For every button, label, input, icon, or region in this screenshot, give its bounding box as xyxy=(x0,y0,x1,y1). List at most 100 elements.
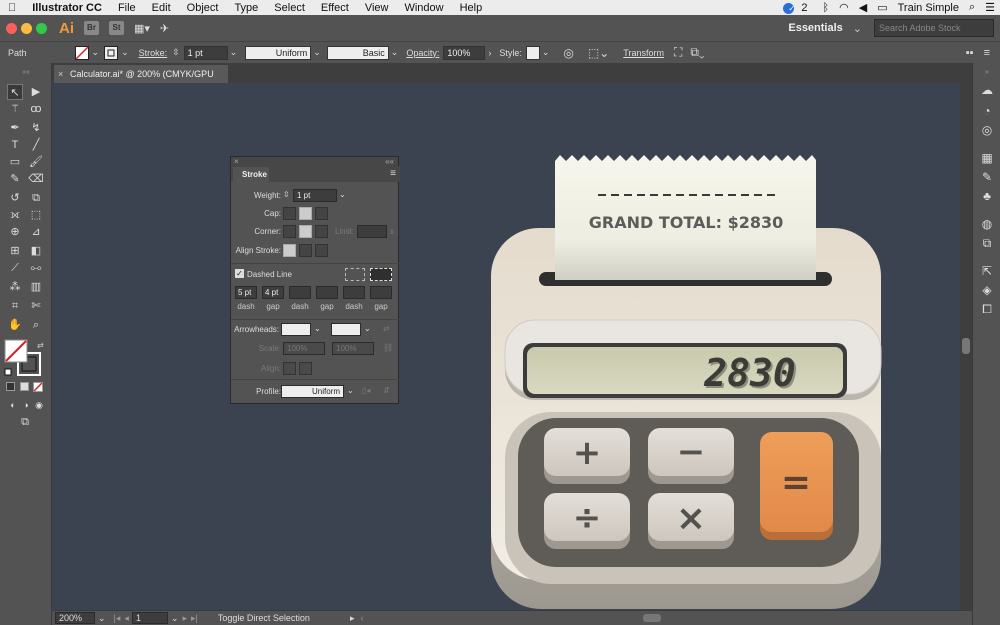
menu-edit[interactable]: Edit xyxy=(144,2,179,14)
previous-artboard-icon[interactable]: ◂ xyxy=(124,613,129,624)
align-inside-button[interactable] xyxy=(299,244,312,257)
graphic-styles-icon[interactable]: ◍ xyxy=(979,216,995,232)
zoom-window-button[interactable] xyxy=(36,22,47,34)
link-scale-icon[interactable]: ⛓ xyxy=(383,343,393,352)
gap-field-3[interactable] xyxy=(370,286,392,299)
isolate-object-icon[interactable]: ⛶ xyxy=(674,45,682,60)
start-arrowhead-select[interactable] xyxy=(281,323,311,336)
miter-join-button[interactable] xyxy=(283,225,296,238)
wifi-icon[interactable]: ◠ xyxy=(834,1,854,14)
pen-tool-icon[interactable]: ✒ xyxy=(7,120,23,136)
notification-center-icon[interactable]: ☰ xyxy=(980,1,1000,14)
style-chevron-icon[interactable]: ⌄ xyxy=(542,47,550,58)
workspace-chevron-icon[interactable]: ⌄ xyxy=(853,22,862,35)
recolor-artwork-icon[interactable]: ◎ xyxy=(563,46,573,60)
select-similar-icon[interactable]: ⧉⌄ xyxy=(690,45,704,60)
mesh-tool-icon[interactable]: ⊞ xyxy=(7,243,23,259)
round-join-button[interactable] xyxy=(299,225,312,238)
apple-icon[interactable]:  xyxy=(0,2,24,14)
none-mode-button[interactable] xyxy=(33,382,43,392)
preserve-dash-button[interactable] xyxy=(345,268,365,281)
stroke-stepper-icon[interactable]: ⇳ xyxy=(172,47,180,58)
arrange-documents-icon[interactable]: ▦▾ xyxy=(134,22,150,35)
bevel-join-button[interactable] xyxy=(315,225,328,238)
horizontal-scroll-thumb[interactable] xyxy=(643,614,662,622)
align-to-icon[interactable]: ⬚⌄ xyxy=(588,46,609,60)
fill-stroke-swatches[interactable]: ⇄ xyxy=(4,339,46,379)
app-menu[interactable]: Illustrator CC xyxy=(24,2,110,14)
align-center-button[interactable] xyxy=(283,244,296,257)
menu-type[interactable]: Type xyxy=(226,2,266,14)
rotate-tool-icon[interactable]: ↺ xyxy=(7,190,23,206)
artboard-canvas[interactable]: GRAND TOTAL: $2830 2830 2830 + − ÷ × = xyxy=(52,83,960,610)
scale-tool-icon[interactable]: ⧉ xyxy=(28,190,44,206)
direct-selection-tool-icon[interactable]: ▶ xyxy=(28,84,44,100)
start-arrowhead-chevron-icon[interactable]: ⌄ xyxy=(314,324,321,333)
bridge-button[interactable]: Br xyxy=(84,21,99,35)
slice-tool-icon[interactable]: ✄ xyxy=(28,298,44,314)
stroke-link[interactable]: Stroke: xyxy=(139,48,168,58)
end-arrowhead-select[interactable] xyxy=(331,323,361,336)
control-menu-icon[interactable]: ≡ xyxy=(984,47,990,59)
stroke-swatch[interactable] xyxy=(104,45,119,60)
menu-window[interactable]: Window xyxy=(396,2,451,14)
scroll-left-icon[interactable]: ‹ xyxy=(360,613,363,623)
butt-cap-button[interactable] xyxy=(283,207,296,220)
hand-tool-icon[interactable]: ✋ xyxy=(7,317,23,333)
minimize-window-button[interactable] xyxy=(21,22,32,34)
vertical-scrollbar[interactable] xyxy=(960,83,972,610)
width-tool-icon[interactable]: ⟗ xyxy=(7,207,23,223)
dash-field-3[interactable] xyxy=(343,286,365,299)
eraser-tool-icon[interactable]: ⌫ xyxy=(28,171,44,187)
sound-icon[interactable]: ◀ xyxy=(854,1,872,14)
brush-definition[interactable]: Basic xyxy=(326,45,389,60)
paintbrush-tool-icon[interactable]: 🖌 xyxy=(28,154,44,170)
artboard-tool-icon[interactable]: ⌗ xyxy=(7,298,23,314)
gap-field-1[interactable]: 4 pt xyxy=(262,286,284,299)
shaper-tool-icon[interactable]: ✎ xyxy=(7,171,23,187)
perspective-grid-tool-icon[interactable]: ⊿ xyxy=(28,224,44,240)
column-graph-tool-icon[interactable]: ▥ xyxy=(28,279,44,295)
adobe-stock-search[interactable]: Search Adobe Stock xyxy=(874,19,994,37)
flip-across-icon[interactable]: ⇵ xyxy=(383,386,390,395)
notification-status[interactable]: ✓ 2 xyxy=(778,2,817,14)
flip-along-icon[interactable]: ▯◂ xyxy=(362,386,370,395)
dash-field-1[interactable]: 5 pt xyxy=(235,286,257,299)
first-artboard-icon[interactable]: |◂ xyxy=(114,613,121,624)
battery-icon[interactable]: ▭ xyxy=(872,1,892,14)
profile-chevron-icon[interactable]: ⌄ xyxy=(313,47,321,58)
close-panel-icon[interactable]: × xyxy=(234,157,239,166)
arrange-panels-icon[interactable]: ▪▪ xyxy=(966,47,974,59)
collapse-tools-icon[interactable]: «« xyxy=(18,65,34,81)
menu-help[interactable]: Help xyxy=(452,2,491,14)
start-scale-field[interactable]: 100% xyxy=(283,342,325,355)
menu-effect[interactable]: Effect xyxy=(313,2,357,14)
calculator-artwork[interactable]: GRAND TOTAL: $2830 2830 2830 + − ÷ × = xyxy=(52,83,960,610)
stroke-tab[interactable]: Stroke xyxy=(233,167,269,182)
symbol-sprayer-tool-icon[interactable]: ⁂ xyxy=(7,279,23,295)
opacity-link[interactable]: Opacity: xyxy=(406,48,439,58)
line-tool-icon[interactable]: ╱ xyxy=(28,137,44,153)
brush-chevron-icon[interactable]: ⌄ xyxy=(391,47,399,58)
stroke-weight-chevron-icon[interactable]: ⌄ xyxy=(230,47,238,58)
align-outside-button[interactable] xyxy=(315,244,328,257)
menu-file[interactable]: File xyxy=(110,2,144,14)
color-mode-button[interactable] xyxy=(6,382,15,391)
end-arrowhead-chevron-icon[interactable]: ⌄ xyxy=(364,324,371,333)
lasso-tool-icon[interactable]: ꝏ xyxy=(28,101,44,117)
close-window-button[interactable] xyxy=(6,22,17,34)
artboard-number-field[interactable]: 1 xyxy=(131,612,168,624)
magic-wand-tool-icon[interactable]: ⚚ xyxy=(7,101,23,117)
weight-chevron-icon[interactable]: ⌄ xyxy=(339,190,346,199)
gap-field-2[interactable] xyxy=(316,286,338,299)
selection-tool-icon[interactable]: ↖ xyxy=(7,84,23,100)
curvature-tool-icon[interactable]: ↯ xyxy=(28,120,44,136)
swap-arrowheads-icon[interactable]: ⇄ xyxy=(383,324,390,333)
weight-field[interactable]: 1 pt xyxy=(293,189,337,202)
arrow-tip-at-end-button[interactable] xyxy=(299,362,312,375)
brushes-icon[interactable]: ✎ xyxy=(979,169,995,185)
weight-stepper-icon[interactable]: ⇳ xyxy=(283,190,290,199)
variable-width-profile[interactable]: Uniform xyxy=(245,45,312,60)
expand-dock-icon[interactable]: » xyxy=(979,65,995,81)
panel-menu-icon[interactable]: ≡ xyxy=(390,168,396,179)
